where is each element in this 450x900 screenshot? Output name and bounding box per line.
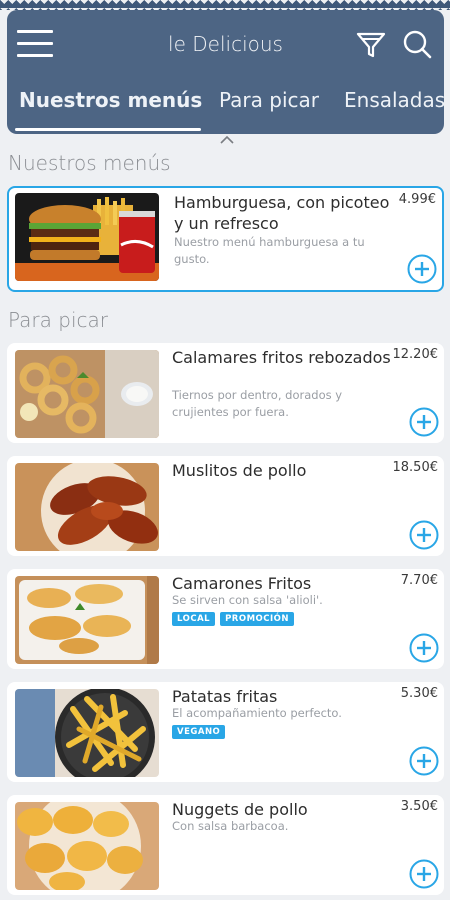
item-name: Camarones Fritos <box>172 574 312 593</box>
item-name: Calamares fritos rebozados <box>172 348 391 367</box>
collapse-caret-icon[interactable] <box>218 134 236 146</box>
item-name: Muslitos de pollo <box>172 461 307 480</box>
menu-item-card[interactable]: Calamares fritos rebozados 12.20€ Tierno… <box>7 343 444 443</box>
item-description: Nuestro menú hamburguesa a tu gusto. <box>174 235 365 266</box>
add-item-icon[interactable] <box>407 254 437 284</box>
french-fries-image <box>15 689 159 777</box>
section-title-para-picar: Para picar <box>8 308 108 332</box>
item-description: Tiernos por dentro, dorados y crujientes… <box>172 388 343 419</box>
app-header: le Delicious Nuestros menús Para picar E… <box>7 10 444 134</box>
search-icon[interactable] <box>401 28 433 60</box>
item-tags: VEGANO <box>172 725 226 739</box>
menu-item-card[interactable]: Hamburguesa, con picoteo y un refresco 4… <box>7 186 444 292</box>
add-item-icon[interactable] <box>409 407 439 437</box>
item-name: Hamburguesa, con picoteo y un refresco <box>174 193 390 233</box>
filter-icon[interactable] <box>355 28 387 60</box>
tab-ensaladas[interactable]: Ensaladas <box>344 88 444 112</box>
item-price: 3.50€ <box>400 799 438 814</box>
tab-nuestros-menus[interactable]: Nuestros menús <box>19 88 202 112</box>
add-item-icon[interactable] <box>409 859 439 889</box>
add-item-icon[interactable] <box>409 633 439 663</box>
tag-badge: PROMOCIÓN <box>220 612 295 626</box>
item-description: Con salsa barbacoa. <box>172 819 289 833</box>
item-price: 7.70€ <box>400 573 438 588</box>
menu-item-card[interactable]: Patatas fritas 5.30€ El acompañamiento p… <box>7 682 444 782</box>
chicken-nuggets-image <box>15 802 159 890</box>
item-name: Nuggets de pollo <box>172 800 308 819</box>
menu-item-card[interactable]: Nuggets de pollo 3.50€ Con salsa barbaco… <box>7 795 444 895</box>
calamares-image <box>15 350 159 438</box>
top-edge-decoration <box>0 0 450 10</box>
item-price: 18.50€ <box>392 460 439 475</box>
tag-badge: VEGANO <box>172 725 226 739</box>
item-price: 12.20€ <box>392 347 439 362</box>
active-tab-indicator <box>15 128 201 131</box>
add-item-icon[interactable] <box>409 520 439 550</box>
tab-para-picar[interactable]: Para picar <box>219 88 319 112</box>
menu-item-card[interactable]: Camarones Fritos 7.70€ Se sirven con sal… <box>7 569 444 669</box>
item-description: Se sirven con salsa 'alioli'. <box>172 593 323 607</box>
item-price: 4.99€ <box>398 192 436 207</box>
item-price: 5.30€ <box>400 686 438 701</box>
burger-menu-image <box>15 193 159 281</box>
item-description: El acompañamiento perfecto. <box>172 706 342 720</box>
category-tabs: Nuestros menús Para picar Ensaladas <box>17 88 444 128</box>
item-name: Patatas fritas <box>172 687 278 706</box>
chicken-wings-image <box>15 463 159 551</box>
fried-shrimp-image <box>15 576 159 664</box>
tag-badge: LOCAL <box>172 612 216 626</box>
section-title-nuestros-menus: Nuestros menús <box>8 151 171 175</box>
item-tags: LOCAL PROMOCIÓN <box>172 612 295 626</box>
add-item-icon[interactable] <box>409 746 439 776</box>
menu-item-card[interactable]: Muslitos de pollo 18.50€ <box>7 456 444 556</box>
